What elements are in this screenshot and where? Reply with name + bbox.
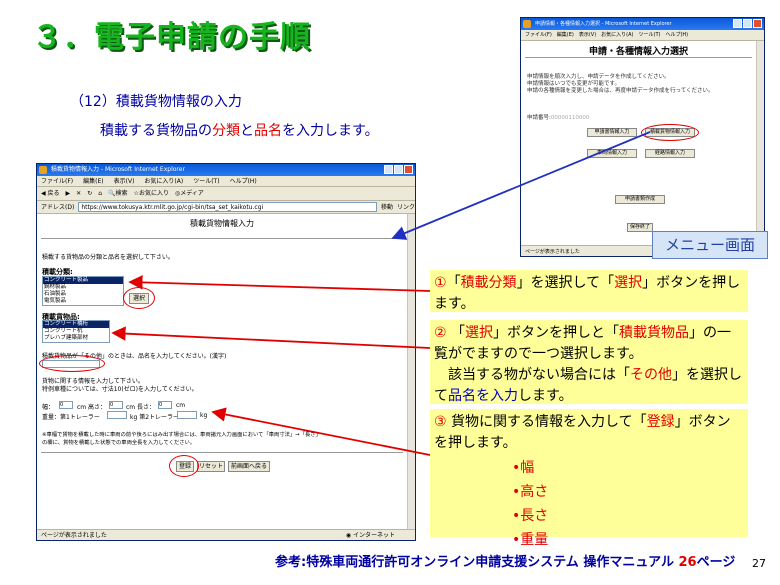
callout-text: 「 [446, 275, 461, 291]
arrow-to-category [128, 275, 431, 292]
arrow-to-item [111, 326, 431, 349]
arrow-to-dimensions [211, 407, 431, 456]
callout-emphasis: 登録 [646, 414, 675, 430]
manual-reference: 参考:特殊車両通行許可オンライン申請支援システム 操作マニュアル 26ページ [275, 551, 735, 570]
slide-page-number: 27 [752, 557, 766, 570]
step-number: ③ [434, 414, 447, 430]
callout-emphasis: 積載貨物品 [619, 325, 690, 341]
step-number: ① [434, 275, 447, 291]
reference-pre: 参考:特殊車両通行許可オンライン申請支援システム 操作マニュアル [275, 555, 679, 570]
callout-text: 「 [451, 325, 466, 341]
callout-emphasis: 積載分類 [460, 275, 517, 291]
callout-step-2: ② 「選択」ボタンを押しと「積載貨物品」の一覧がでますので一つ選択します。 該当… [430, 320, 748, 404]
callout-emphasis: 選択 [614, 275, 643, 291]
callout-step-1: ①「積載分類」を選択して「選択」ボタンを押します。 [430, 270, 748, 312]
step-number: ② [434, 325, 447, 341]
bullet-width: •幅 [512, 460, 535, 476]
bullet-length: •長さ [512, 508, 549, 524]
callout-text: 」ボタンを押しと「 [493, 325, 620, 341]
callout-emphasis: その他 [630, 367, 672, 383]
callout-text: 」を選択して「 [516, 275, 615, 291]
callout-text: 貨物に関する情報を入力して「 [446, 414, 647, 430]
callout-text: 該当する物がない場合には「 [434, 367, 630, 383]
callout-emphasis-blue: 品名を入力 [448, 388, 518, 404]
reference-post: ページ [696, 555, 736, 570]
bullet-height: •高さ [512, 484, 549, 500]
callout-step-3: ③ 貨物に関する情報を入力して「登録」ボタンを押します。 •幅 •高さ •長さ … [430, 409, 748, 548]
arrow-from-menu [391, 131, 651, 240]
callout-text: します。 [518, 388, 573, 404]
callout-emphasis: 選択 [465, 325, 494, 341]
reference-page: 26 [678, 555, 697, 570]
bullet-weight: •重量 [512, 532, 549, 548]
